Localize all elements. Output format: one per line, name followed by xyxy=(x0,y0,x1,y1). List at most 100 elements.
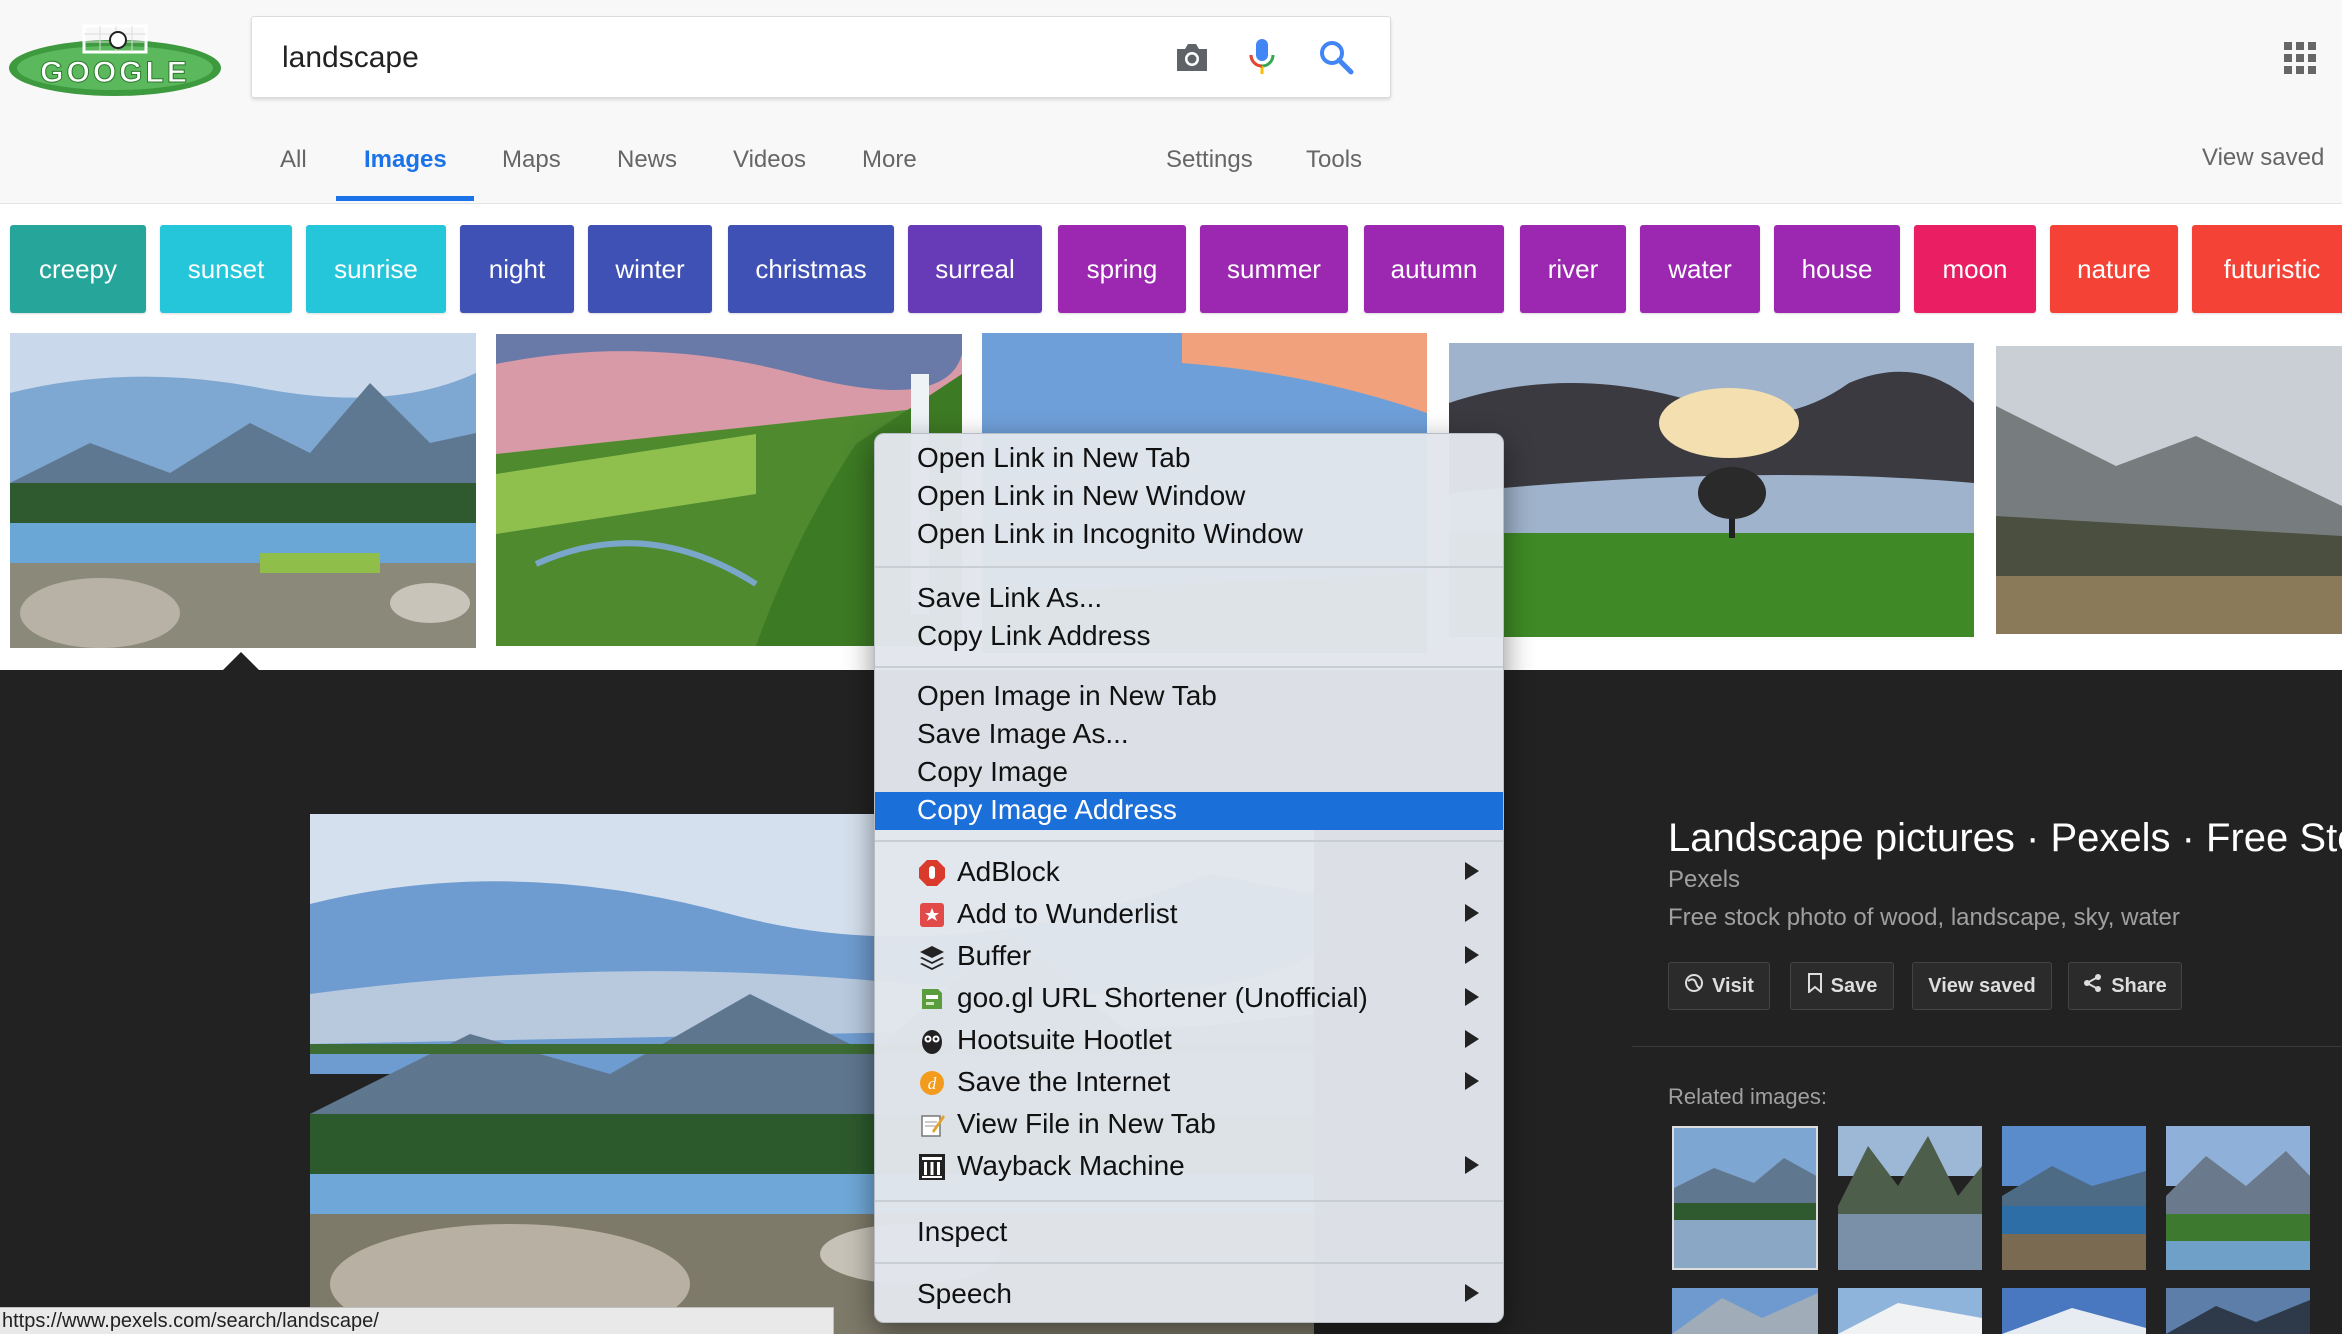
buffer-icon xyxy=(917,942,947,972)
chip-sunrise[interactable]: sunrise xyxy=(306,225,446,313)
menu-separator xyxy=(875,840,1503,842)
menu-buffer[interactable]: Buffer xyxy=(875,938,1503,976)
menu-item-label: Save Link As... xyxy=(917,582,1103,613)
menu-item-label: goo.gl URL Shortener (Unofficial) xyxy=(957,982,1368,1013)
related-image-1[interactable] xyxy=(1672,1126,1818,1270)
chip-sunset[interactable]: sunset xyxy=(160,225,292,313)
google-doodle-logo[interactable]: GOOGLE xyxy=(6,20,224,98)
menu-separator xyxy=(875,666,1503,668)
chip-autumn[interactable]: autumn xyxy=(1364,225,1504,313)
tab-videos[interactable]: Videos xyxy=(733,146,806,174)
tab-more[interactable]: More xyxy=(862,146,917,174)
chip-futuristic[interactable]: futuristic xyxy=(2192,225,2342,313)
related-image-5[interactable] xyxy=(1672,1288,1818,1334)
visit-button[interactable]: Visit xyxy=(1668,962,1770,1010)
chip-winter[interactable]: winter xyxy=(588,225,712,313)
image-result-mountain-lake[interactable] xyxy=(10,333,476,648)
view-saved-button[interactable]: View saved xyxy=(1912,962,2052,1010)
wunderlist-icon xyxy=(917,900,947,930)
menu-item-label: Open Link in Incognito Window xyxy=(917,518,1303,549)
tab-all[interactable]: All xyxy=(280,146,307,174)
menu-item-label: Save the Internet xyxy=(957,1066,1171,1097)
image-description: Free stock photo of wood, landscape, sky… xyxy=(1668,904,2180,931)
image-title[interactable]: Landscape pictures · Pexels · Free Sto xyxy=(1668,816,2342,861)
tab-tools[interactable]: Tools xyxy=(1306,146,1362,174)
wayback-icon xyxy=(917,1152,947,1182)
menu-item-label: Hootsuite Hootlet xyxy=(957,1024,1172,1055)
related-image-6[interactable] xyxy=(1838,1288,1982,1334)
apps-grid-icon[interactable] xyxy=(2284,42,2316,74)
related-image-7[interactable] xyxy=(2002,1288,2146,1334)
menu-wayback-machine[interactable]: Wayback Machine xyxy=(875,1148,1503,1186)
chip-nature[interactable]: nature xyxy=(2050,225,2178,313)
menu-hootsuite-hootlet[interactable]: Hootsuite Hootlet xyxy=(875,1022,1503,1060)
chip-house[interactable]: house xyxy=(1774,225,1900,313)
svg-text:d: d xyxy=(928,1074,937,1093)
submenu-arrow-icon xyxy=(1465,1072,1479,1090)
hootsuite-owl-icon xyxy=(917,1026,947,1056)
menu-separator xyxy=(875,1262,1503,1264)
menu-save-link-as[interactable]: Save Link As... xyxy=(875,580,1503,618)
menu-inspect[interactable]: Inspect xyxy=(875,1214,1503,1252)
view-file-icon xyxy=(917,1110,947,1140)
panel-divider xyxy=(1632,1046,2342,1047)
menu-open-image-new-tab[interactable]: Open Image in New Tab xyxy=(875,678,1503,716)
tab-news[interactable]: News xyxy=(617,146,677,174)
related-image-4[interactable] xyxy=(2166,1126,2310,1270)
submenu-arrow-icon xyxy=(1465,1030,1479,1048)
tab-maps[interactable]: Maps xyxy=(502,146,561,174)
menu-copy-image[interactable]: Copy Image xyxy=(875,754,1503,792)
menu-open-link-new-tab[interactable]: Open Link in New Tab xyxy=(875,440,1503,478)
menu-adblock[interactable]: AdBlock xyxy=(875,854,1503,892)
share-label: Share xyxy=(2111,974,2167,997)
submenu-arrow-icon xyxy=(1465,988,1479,1006)
tab-settings[interactable]: Settings xyxy=(1166,146,1253,174)
menu-add-to-wunderlist[interactable]: Add to Wunderlist xyxy=(875,896,1503,934)
share-button[interactable]: Share xyxy=(2068,962,2182,1010)
menu-googl-url-shortener[interactable]: goo.gl URL Shortener (Unofficial) xyxy=(875,980,1503,1018)
menu-speech[interactable]: Speech xyxy=(875,1276,1503,1314)
visit-label: Visit xyxy=(1712,974,1754,997)
chip-night[interactable]: night xyxy=(460,225,574,313)
save-button[interactable]: Save xyxy=(1790,962,1894,1010)
svg-text:GOOGLE: GOOGLE xyxy=(40,56,190,89)
chip-surreal[interactable]: surreal xyxy=(908,225,1042,313)
menu-open-link-new-window[interactable]: Open Link in New Window xyxy=(875,478,1503,516)
menu-save-the-internet[interactable]: d Save the Internet xyxy=(875,1064,1503,1102)
image-source[interactable]: Pexels xyxy=(1668,866,1740,894)
selected-image-pointer xyxy=(222,652,260,671)
menu-separator xyxy=(875,1200,1503,1202)
bookmark-icon xyxy=(1807,973,1823,999)
menu-save-image-as[interactable]: Save Image As... xyxy=(875,716,1503,754)
chip-water[interactable]: water xyxy=(1640,225,1760,313)
search-box[interactable] xyxy=(251,16,1391,98)
chip-summer[interactable]: summer xyxy=(1200,225,1348,313)
submenu-arrow-icon xyxy=(1465,946,1479,964)
submenu-arrow-icon xyxy=(1465,1284,1479,1302)
menu-item-label: Save Image As... xyxy=(917,718,1129,749)
menu-item-label: Open Link in New Window xyxy=(917,480,1246,511)
menu-copy-link-address[interactable]: Copy Link Address xyxy=(875,618,1503,656)
related-image-2[interactable] xyxy=(1838,1126,1982,1270)
chip-moon[interactable]: moon xyxy=(1914,225,2036,313)
related-image-3[interactable] xyxy=(2002,1126,2146,1270)
search-icon[interactable] xyxy=(1316,37,1356,77)
chip-creepy[interactable]: creepy xyxy=(10,225,146,313)
header: GOOGLE All Images Maps News Videos More … xyxy=(0,0,2342,204)
tab-images[interactable]: Images xyxy=(364,146,447,174)
image-result-tree-field[interactable] xyxy=(1449,343,1974,637)
view-saved-link[interactable]: View saved xyxy=(2202,144,2324,172)
link-status-bar: https://www.pexels.com/search/landscape/ xyxy=(0,1307,834,1334)
menu-copy-image-address[interactable]: Copy Image Address xyxy=(875,792,1503,830)
camera-icon[interactable] xyxy=(1172,37,1212,77)
related-image-8[interactable] xyxy=(2166,1288,2310,1334)
search-input[interactable] xyxy=(280,35,1104,81)
chip-spring[interactable]: spring xyxy=(1058,225,1186,313)
microphone-icon[interactable] xyxy=(1242,37,1282,77)
image-result-misty-valley[interactable] xyxy=(1996,346,2342,634)
chip-christmas[interactable]: christmas xyxy=(728,225,894,313)
menu-open-link-incognito[interactable]: Open Link in Incognito Window xyxy=(875,516,1503,554)
chip-river[interactable]: river xyxy=(1520,225,1626,313)
menu-view-file-new-tab[interactable]: View File in New Tab xyxy=(875,1106,1503,1144)
menu-item-label: AdBlock xyxy=(957,856,1060,887)
